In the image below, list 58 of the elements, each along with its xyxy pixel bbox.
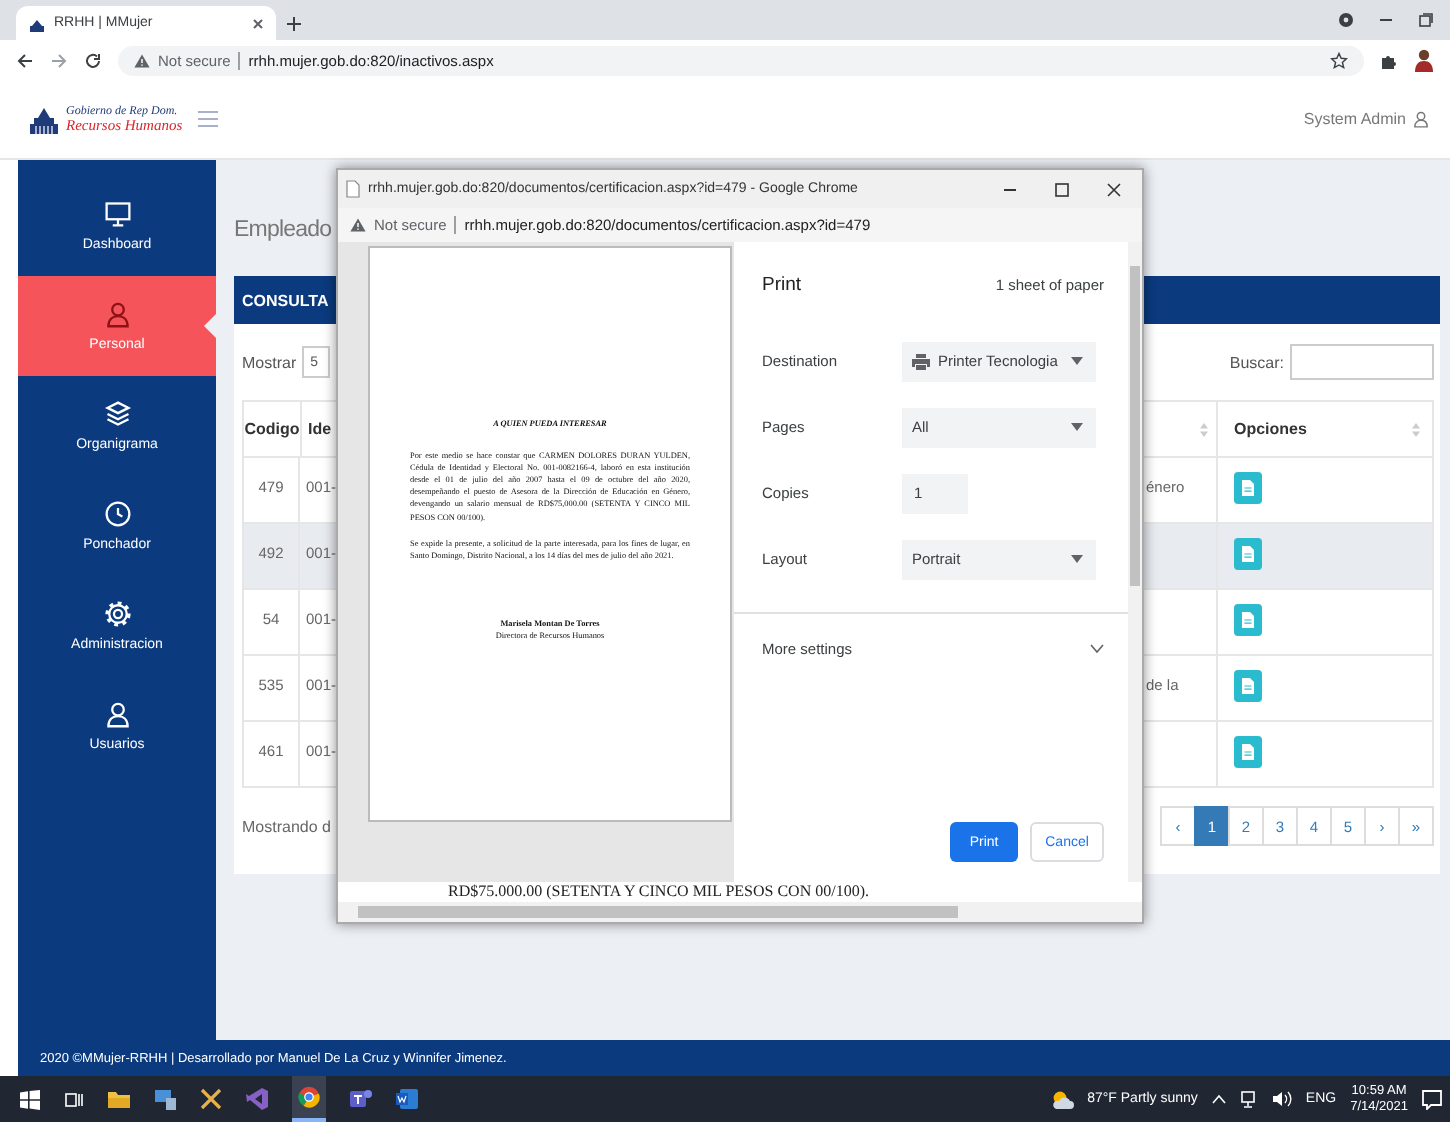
column-header[interactable]: Ide: [308, 420, 332, 438]
scrollbar[interactable]: [1128, 242, 1142, 882]
clock-icon: [103, 500, 131, 528]
browser-icon[interactable]: [298, 1086, 320, 1108]
warning-icon: [350, 218, 366, 232]
building-logo-icon: [28, 105, 60, 133]
task-view-icon[interactable]: [64, 1089, 84, 1109]
document-icon: [1242, 546, 1254, 562]
search-field[interactable]: [1290, 344, 1434, 380]
document-icon: [1242, 678, 1254, 694]
document-app-icon[interactable]: [396, 1088, 418, 1110]
document-icon: [1242, 480, 1254, 496]
printer-icon: [911, 353, 930, 369]
folder-icon[interactable]: [108, 1089, 130, 1109]
document-icon: [1242, 744, 1254, 760]
warning-icon: [134, 53, 150, 67]
chevron-icon: [1090, 643, 1105, 653]
search-label: Buscar:: [1229, 353, 1284, 371]
chat-app-icon[interactable]: [350, 1088, 372, 1110]
layers-icon: [103, 400, 131, 428]
length-label: Mostrar: [242, 353, 297, 371]
user-icon: [103, 300, 131, 328]
maximize-icon[interactable]: [1054, 181, 1070, 197]
forward-icon[interactable]: [50, 51, 68, 69]
windows-logo-icon[interactable]: [20, 1089, 40, 1109]
reload-icon[interactable]: [84, 51, 102, 69]
user-name[interactable]: System Admin: [1303, 110, 1406, 128]
scrollbar[interactable]: [338, 902, 1142, 922]
user-icon[interactable]: [1412, 110, 1430, 128]
plus-icon[interactable]: [286, 15, 302, 31]
page-title: Empleado: [234, 218, 332, 242]
table-info: Mostrando d: [242, 817, 331, 835]
print-title: Print: [761, 273, 802, 295]
studio-app-icon[interactable]: [246, 1088, 268, 1110]
volume-icon[interactable]: [1271, 1090, 1292, 1108]
notification-icon[interactable]: [1422, 1089, 1442, 1109]
document-text: RD$75.000.00 (SETENTA Y CINCO MIL PESOS CON 00/100).: [338, 882, 1142, 902]
weather-icon[interactable]: [1049, 1089, 1074, 1109]
puzzle-icon[interactable]: [1380, 51, 1398, 69]
gear-icon: [103, 600, 131, 628]
network-icon[interactable]: [1239, 1090, 1258, 1108]
monitor-icon: [103, 200, 131, 228]
column-header[interactable]: Codigo: [244, 420, 300, 438]
close-icon[interactable]: [252, 17, 264, 29]
restore-icon[interactable]: [1418, 12, 1434, 28]
back-icon[interactable]: [16, 51, 34, 69]
caret-icon: [1069, 554, 1084, 564]
column-header[interactable]: Opciones: [1234, 420, 1307, 438]
building-icon: [28, 15, 46, 31]
chevron-up-icon[interactable]: [1211, 1094, 1226, 1104]
star-icon[interactable]: [1330, 51, 1348, 69]
caret-icon: [1069, 422, 1084, 432]
close-icon[interactable]: [1106, 181, 1122, 197]
page-icon: [346, 180, 360, 198]
user-icon: [103, 700, 131, 728]
avatar-icon[interactable]: [1414, 48, 1434, 72]
caret-icon: [1069, 356, 1084, 366]
document-icon: [1242, 612, 1254, 628]
